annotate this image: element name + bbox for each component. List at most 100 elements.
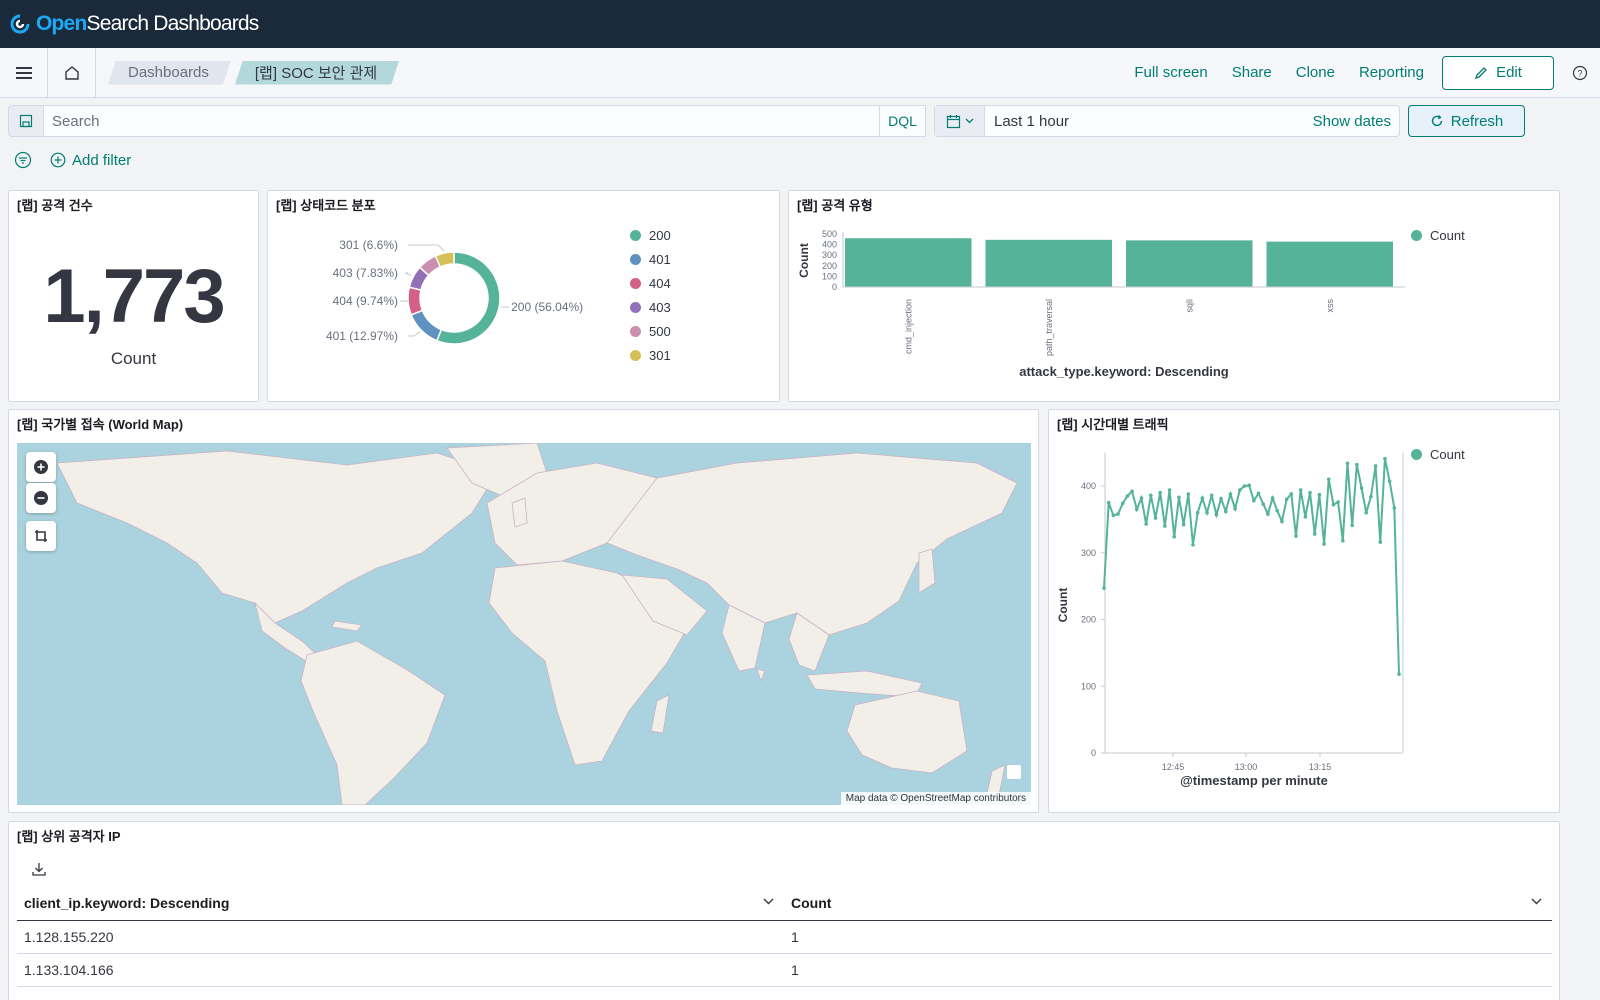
menu-button[interactable] [0,47,48,98]
download-icon[interactable] [32,862,46,876]
panel-title: [랩] 공격 유형 [797,198,873,213]
search-input[interactable] [44,106,879,136]
data-point [1163,524,1167,528]
y-tick-label: 500 [822,229,837,239]
share-link[interactable]: Share [1220,64,1284,81]
add-filter-label: Add filter [72,151,132,169]
show-dates-link[interactable]: Show dates [1313,113,1399,130]
metric-label: Count [110,349,157,368]
slice-label-line [405,272,412,277]
y-tick-label: 100 [1081,681,1096,691]
bar [1266,241,1393,287]
y-tick-label: 0 [1091,748,1096,758]
data-point [1102,586,1106,590]
data-point [1298,488,1303,492]
zoom-out-button[interactable] [26,483,56,513]
bar-chart: 0100200300400500 Count cmd_injection path_t… [797,229,1405,379]
legend-label: Count [1430,446,1465,462]
clone-link[interactable]: Clone [1284,64,1347,81]
data-point [1308,490,1312,495]
line-chart: 0 100 200 300 400 Count 12:45 13:00 13:15@timest… [1056,452,1404,788]
query-language-button[interactable]: DQL [879,106,925,136]
legend-item[interactable]: Count [1411,223,1465,247]
world-map[interactable]: Map data © OpenStreetMap contributors [17,443,1031,805]
legend-label: Count [1430,227,1465,243]
nav-actions: Full screen Share Clone Reporting Edit ? [1122,55,1600,90]
save-icon [19,114,33,128]
add-filter-button[interactable]: Add filter [50,152,131,169]
slice-label: 200 (56.04%) [511,300,583,314]
table-cell: 1.128.155.220 [17,920,784,954]
help-icon[interactable]: ? [1572,65,1588,81]
y-tick-label: 200 [1081,615,1096,625]
legend-item[interactable]: 500 [630,319,671,343]
legend-label: 200 [649,227,671,243]
data-point [1125,494,1130,498]
map-corner-control[interactable] [1007,765,1021,779]
data-point [1177,495,1181,500]
filter-bar: Add filter [14,148,131,172]
chevron-down-icon[interactable] [1531,898,1542,905]
legend-item[interactable]: 404 [630,271,671,295]
quick-select-button[interactable] [935,106,985,136]
refresh-label: Refresh [1450,112,1504,130]
panel-title: [랩] 공격 건수 [17,198,93,213]
attackers-table: client_ip.keyword: Descending Count 1.12… [17,886,1552,987]
column-header[interactable]: Count [784,886,1552,921]
edit-button[interactable]: Edit [1442,55,1554,90]
zoom-in-button[interactable] [26,452,56,482]
legend-item[interactable]: 200 [630,223,671,247]
metric-value: 1,773 [43,254,225,339]
data-point [1345,461,1350,466]
legend-label: 500 [649,323,671,339]
data-point [1270,496,1275,500]
pencil-icon [1475,66,1487,79]
bar [985,239,1112,287]
breadcrumb-dashboards[interactable]: Dashboards [108,61,231,85]
slice-label-line [408,244,445,252]
legend-color-dot [630,349,641,361]
data-point [1261,502,1266,506]
data-point [1139,496,1144,500]
full-screen-link[interactable]: Full screen [1122,64,1219,81]
time-range[interactable]: Last 1 hour [985,113,1313,130]
x-axis-label: attack_type.keyword: Descending [1019,364,1229,379]
filter-options-icon[interactable] [14,151,32,169]
legend-item[interactable]: 401 [630,247,671,271]
panel-title: [랩] 상태코드 분포 [276,198,376,213]
data-point [1172,534,1177,539]
data-point [1336,500,1340,504]
legend-color-dot [630,325,641,337]
saved-queries-button[interactable] [8,105,44,137]
calendar-icon [946,114,960,128]
home-button[interactable] [48,47,96,98]
legend-item[interactable]: 403 [630,295,671,319]
pie-slice [410,309,443,342]
home-icon [64,65,79,80]
data-point [1130,489,1134,494]
column-header[interactable]: client_ip.keyword: Descending [17,886,784,921]
refresh-button[interactable]: Refresh [1408,105,1525,137]
data-point [1359,486,1364,490]
data-point [1312,532,1317,536]
legend-color-dot [1411,229,1422,241]
panel-title: [랩] 국가별 접속 (World Map) [17,417,184,432]
reporting-link[interactable]: Reporting [1347,64,1436,81]
y-tick-label: 300 [822,250,837,260]
app-logo[interactable]: OpenSearch Dashboards [10,12,259,36]
fit-bounds-button[interactable] [26,521,56,551]
zoom-out-icon [34,491,48,505]
y-tick-label: 400 [1081,481,1096,491]
legend-label: 301 [649,347,671,363]
legend-label: 401 [649,251,671,267]
data-point [1294,534,1298,538]
legend-item[interactable]: 301 [630,343,671,367]
map-landmass [56,443,1018,805]
data-point [1364,510,1369,515]
chevron-down-icon[interactable] [763,898,774,905]
data-point [1252,498,1256,503]
breadcrumb-current: [랩] SOC 보안 관제 [235,61,399,85]
legend-label: 404 [649,275,671,291]
legend-item[interactable]: Count [1411,442,1465,466]
date-picker: Last 1 hour Show dates [934,105,1400,137]
